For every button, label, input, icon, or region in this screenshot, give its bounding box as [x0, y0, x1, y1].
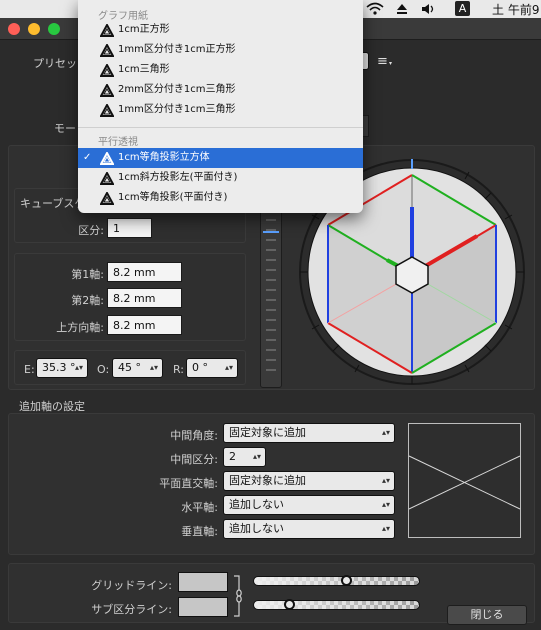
up-axis-field[interactable]: 8.2 mm — [107, 315, 182, 335]
minimize-window-icon[interactable] — [28, 23, 40, 35]
volume-icon[interactable] — [421, 3, 437, 15]
mid-angle-label: 中間角度: — [170, 429, 218, 442]
menu-item-graph-1[interactable]: 1mm区分付き1cm正方形 — [78, 40, 363, 60]
link-chain-icon[interactable] — [232, 574, 244, 618]
preset-dropdown-menu: グラフ用紙 平行透視 1cm正方形 1mm区分付き1cm正方形 1cm三角形 2mm区… — [78, 0, 363, 213]
sub-division-line-label: サブ区分ライン: — [91, 603, 172, 616]
grid-opacity-knob[interactable] — [341, 575, 353, 586]
ruler-ticks — [263, 219, 279, 371]
axis1-label: 第1軸: — [71, 268, 104, 281]
plane-axis-select[interactable]: 固定対象に追加 ▴▾ — [223, 471, 395, 491]
menu-item-label: 1mm区分付き1cm正方形 — [118, 44, 236, 55]
sub-line-opacity-slider[interactable] — [253, 599, 420, 610]
division-label: 区分: — [78, 224, 104, 237]
preset-menu-caret-icon: ▾ — [389, 60, 393, 67]
grid-line-opacity-slider[interactable] — [253, 575, 420, 586]
mid-division-stepper[interactable]: 2 ▴▾ — [223, 447, 266, 467]
orientation-label: O: — [97, 363, 110, 376]
menu-item-label: 1mm区分付き1cm三角形 — [118, 104, 236, 115]
axis-preview-box — [408, 423, 521, 538]
orientation-select[interactable]: 45 ° ▴▾ — [112, 358, 163, 378]
grid-triangle-icon — [100, 152, 114, 165]
menu-item-label: 1cm等角投影(平面付き) — [118, 192, 228, 203]
menu-separator — [78, 127, 363, 128]
close-window-icon[interactable] — [8, 23, 20, 35]
menu-item-graph-3[interactable]: 2mm区分付き1cm三角形 — [78, 80, 363, 100]
grid-triangle-icon — [100, 64, 114, 77]
mid-angle-select[interactable]: 固定対象に追加 ▴▾ — [223, 423, 395, 443]
menu-item-label: 1cm等角投影立方体 — [118, 152, 210, 163]
sub-line-color-swatch[interactable] — [178, 597, 228, 617]
axis1-field[interactable]: 8.2 mm — [107, 262, 182, 282]
input-method-indicator[interactable]: A — [455, 1, 470, 16]
grid-line-label: グリッドライン: — [91, 579, 172, 592]
checkmark-icon: ✓ — [83, 152, 92, 163]
grid-triangle-icon — [100, 44, 114, 57]
horizontal-axis-label: 水平軸: — [181, 501, 218, 514]
axis2-field[interactable]: 8.2 mm — [107, 288, 182, 308]
vertical-axis-label: 垂直軸: — [181, 525, 218, 538]
up-axis-label: 上方向軸: — [56, 321, 104, 334]
menu-item-label: 1cm正方形 — [118, 24, 170, 35]
close-button[interactable]: 閉じる — [447, 605, 527, 625]
grid-triangle-icon — [100, 192, 114, 205]
elevation-label: E: — [24, 363, 35, 376]
menu-item-graph-0[interactable]: 1cm正方形 — [78, 20, 363, 40]
grid-triangle-icon — [100, 24, 114, 37]
preset-menu-icon[interactable]: ≡ — [377, 54, 388, 69]
zoom-window-icon[interactable] — [48, 23, 60, 35]
division-field[interactable]: 1 — [107, 218, 152, 238]
grid-triangle-icon — [100, 84, 114, 97]
cube-scale-title: キューブスケ — [20, 197, 86, 210]
rotation-select[interactable]: 0 ° ▴▾ — [186, 358, 238, 378]
rotation-label: R: — [173, 363, 185, 376]
grid-triangle-icon — [100, 172, 114, 185]
vertical-axis-select[interactable]: 追加しない ▴▾ — [223, 519, 395, 539]
menu-item-label: 1cm三角形 — [118, 64, 170, 75]
menu-item-graph-4[interactable]: 1mm区分付き1cm三角形 — [78, 100, 363, 120]
wifi-icon[interactable] — [366, 2, 384, 16]
menu-item-graph-2[interactable]: 1cm三角形 — [78, 60, 363, 80]
menu-item-parallel-0[interactable]: ✓ 1cm等角投影立方体 — [78, 148, 363, 168]
eject-icon[interactable] — [396, 3, 408, 15]
extra-axis-title: 追加軸の設定 — [19, 400, 85, 413]
menubar-clock[interactable]: 土 午前9 — [492, 1, 539, 18]
menu-item-label: 2mm区分付き1cm三角形 — [118, 84, 236, 95]
menu-item-parallel-1[interactable]: 1cm斜方投影左(平面付き) — [78, 168, 363, 188]
menu-item-parallel-2[interactable]: 1cm等角投影(平面付き) — [78, 188, 363, 208]
grid-line-color-swatch[interactable] — [178, 572, 228, 592]
menu-item-label: 1cm斜方投影左(平面付き) — [118, 172, 238, 183]
mid-division-label: 中間区分: — [170, 453, 218, 466]
sub-opacity-knob[interactable] — [283, 599, 295, 610]
plane-axis-label: 平面直交軸: — [159, 477, 218, 490]
axis2-label: 第2軸: — [71, 294, 104, 307]
horizontal-axis-select[interactable]: 追加しない ▴▾ — [223, 495, 395, 515]
grid-triangle-icon — [100, 104, 114, 117]
elevation-select[interactable]: 35.3 ° ▴▾ — [36, 358, 88, 378]
menu-group-parallel-perspective: 平行透視 — [98, 137, 138, 148]
